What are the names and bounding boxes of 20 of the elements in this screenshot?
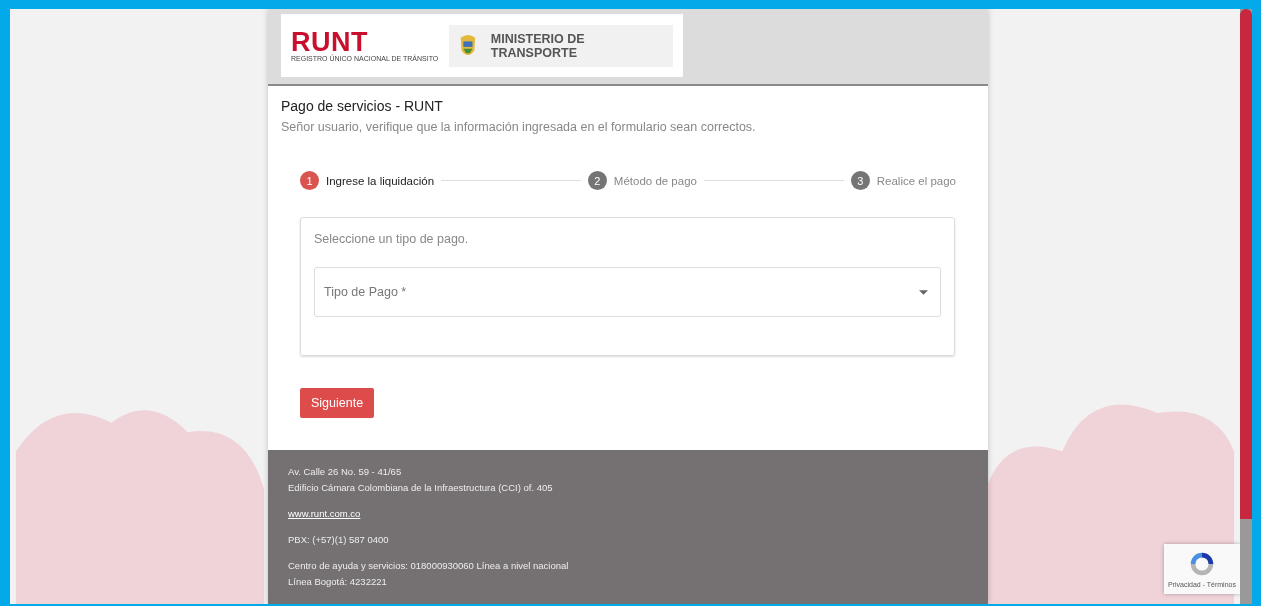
step-number: 1 <box>300 171 319 190</box>
address-text: Av. Calle 26 No. 59 - 41/65 <box>288 465 403 479</box>
next-button[interactable]: Siguiente <box>300 388 375 418</box>
help-text: Línea Bogotá: 4232221 <box>288 575 388 589</box>
form-prompt: Seleccione un tipo de pago. <box>314 232 470 246</box>
card-title: Pago de servicios - RUNT <box>281 98 444 114</box>
step-number: 3 <box>850 171 870 190</box>
help-text: Centro de ayuda y servicios: 018000930060 Línea a nivel nacional <box>288 559 570 573</box>
step-label: Método de pago <box>613 174 697 187</box>
payment-type-select[interactable]: Tipo de Pago * <box>314 267 941 317</box>
runt-logo-text: RUNT <box>291 29 368 55</box>
step-label: Realice el pago <box>876 174 956 187</box>
ministry-name: MINISTERIO DE TRANSPORTE <box>490 31 586 60</box>
phone-text: PBX: (+57)(1) 587 0400 <box>288 533 390 547</box>
step-label: Ingrese la liquidación <box>326 174 435 187</box>
caret-icon <box>919 289 928 295</box>
step-number: 2 <box>587 171 607 190</box>
card-subtitle: Señor usuario, verifique que la información ingresada en el formulario sean correctos. <box>281 120 757 134</box>
website-link[interactable]: www.runt.com.co <box>288 506 968 522</box>
address-text: Edificio Cámara Colombiana de la Infraestructura (CCI) of. 405 <box>288 481 554 495</box>
